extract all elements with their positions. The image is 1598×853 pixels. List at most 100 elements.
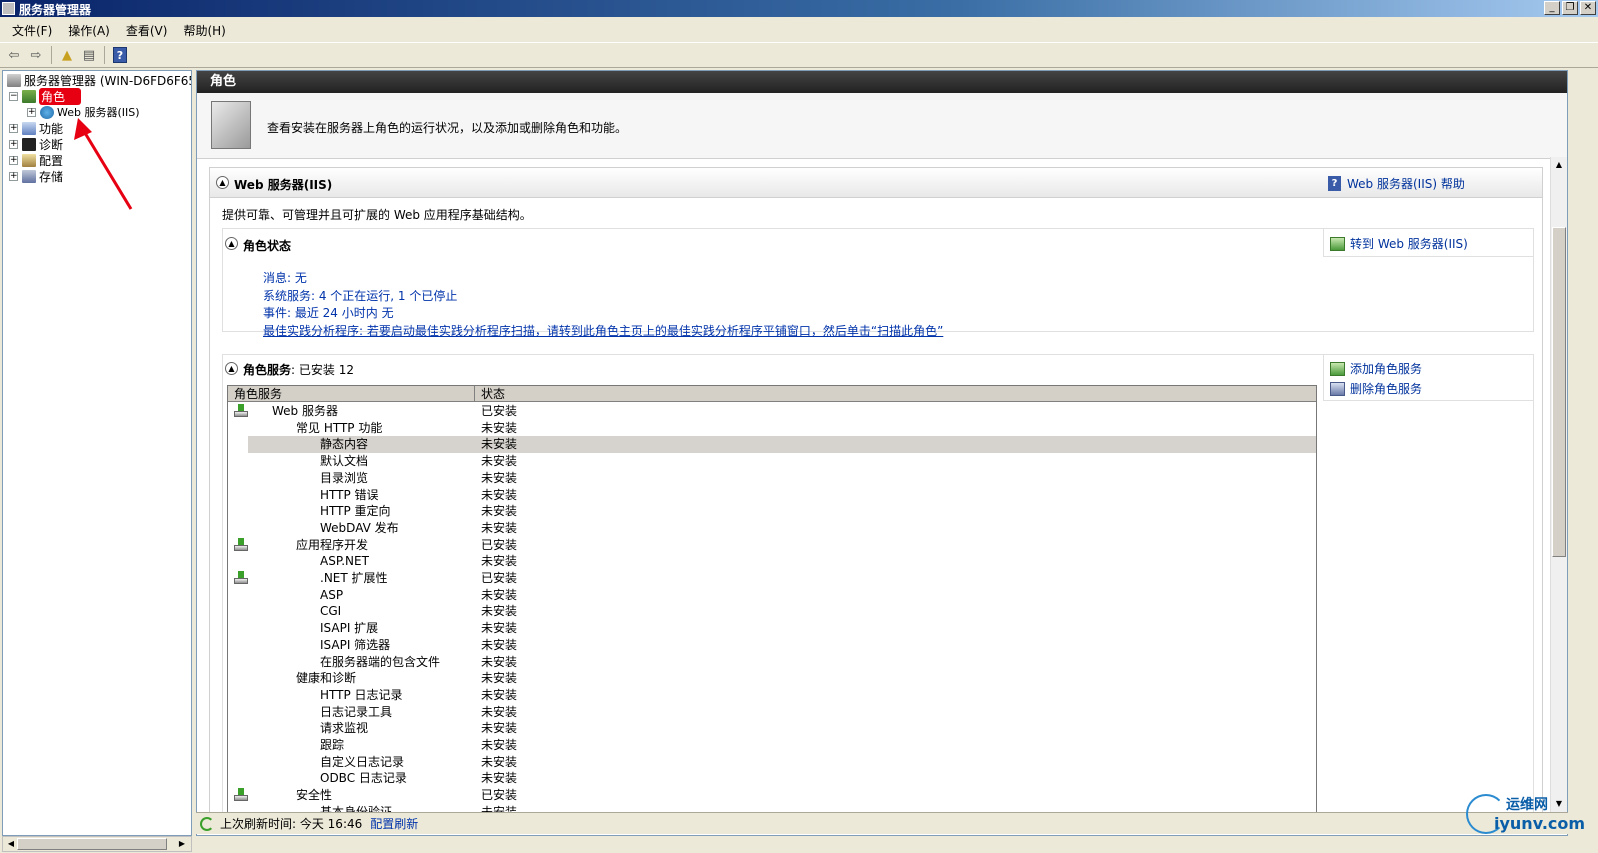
- column-status[interactable]: 状态: [475, 386, 1316, 402]
- table-row[interactable]: HTTP 重定向 未安装: [228, 503, 1316, 520]
- tree-horizontal-scrollbar[interactable]: ◀ ▶: [2, 836, 192, 852]
- goto-web-server-link[interactable]: 转到 Web 服务器(IIS): [1330, 235, 1468, 252]
- role-service-name: 应用程序开发: [296, 537, 369, 552]
- role-status-actions: 转到 Web 服务器(IIS): [1323, 229, 1533, 257]
- features-icon: [22, 121, 36, 135]
- tree-web-server-label: Web 服务器(IIS): [57, 106, 140, 119]
- collapse-section-icon[interactable]: ▲: [216, 176, 229, 189]
- collapse-role-services-icon[interactable]: ▲: [225, 362, 238, 375]
- role-service-name: 在服务器端的包含文件: [320, 654, 441, 669]
- add-role-services-link[interactable]: 添加角色服务: [1330, 360, 1422, 377]
- collapse-role-status-icon[interactable]: ▲: [225, 237, 238, 250]
- expand-toggle[interactable]: +: [9, 155, 18, 165]
- help-icon[interactable]: ?: [110, 45, 130, 65]
- tree-item-diagnostics[interactable]: + 诊断: [9, 136, 63, 152]
- role-service-status: 已安装: [481, 404, 518, 418]
- menu-view[interactable]: 查看(V): [118, 20, 176, 41]
- table-row[interactable]: 请求监视 未安装: [228, 720, 1316, 737]
- page-title: 角色: [197, 71, 1567, 93]
- table-row[interactable]: ISAPI 筛选器 未安装: [228, 637, 1316, 654]
- show-hide-console-tree-icon[interactable]: ▤: [79, 45, 99, 65]
- expand-toggle[interactable]: +: [9, 123, 18, 133]
- table-row[interactable]: HTTP 错误 未安装: [228, 487, 1316, 504]
- menu-action[interactable]: 操作(A): [60, 20, 118, 41]
- tree-item-roles[interactable]: − 角色: [9, 87, 82, 105]
- role-services-actions: 添加角色服务 删除角色服务: [1323, 355, 1533, 401]
- help-link-label: Web 服务器(IIS) 帮助: [1347, 177, 1465, 191]
- table-row[interactable]: HTTP 日志记录 未安装: [228, 687, 1316, 704]
- menu-file[interactable]: 文件(F): [4, 20, 60, 41]
- role-service-status: 已安装: [481, 788, 518, 803]
- table-row[interactable]: 自定义日志记录 未安装: [228, 754, 1316, 771]
- table-row[interactable]: CGI 未安装: [228, 603, 1316, 620]
- table-row[interactable]: .NET 扩展性 已安装: [228, 570, 1316, 587]
- configuration-icon: [22, 153, 36, 167]
- role-service-status: 未安装: [481, 420, 518, 435]
- collapse-toggle[interactable]: −: [9, 91, 18, 101]
- bpa-link[interactable]: 最佳实践分析程序: 若要启动最佳实践分析程序扫描，请转到此角色主页上的最佳实践分…: [263, 322, 943, 339]
- tree-item-server-manager[interactable]: 服务器管理器 (WIN-D6FD6F65KC: [7, 72, 191, 88]
- role-service-status: 未安装: [481, 754, 518, 769]
- tree-item-configuration[interactable]: + 配置: [9, 152, 63, 168]
- scroll-right-icon[interactable]: ▶: [175, 838, 189, 850]
- role-service-status: 已安装: [481, 571, 518, 585]
- tree-item-storage[interactable]: + 存储: [9, 168, 63, 184]
- role-service-status: 未安装: [481, 671, 518, 686]
- role-service-status: 未安装: [481, 554, 518, 569]
- add-link-label: 添加角色服务: [1350, 362, 1423, 376]
- forward-arrow-icon[interactable]: ⇨: [26, 45, 46, 65]
- role-status-title: 角色状态: [243, 239, 292, 253]
- back-arrow-icon[interactable]: ⇦: [4, 45, 24, 65]
- close-button[interactable]: ✕: [1580, 1, 1596, 15]
- site-watermark: 运维网 iyunv.com: [1466, 790, 1594, 840]
- table-row[interactable]: 安全性 已安装: [228, 787, 1316, 804]
- installed-icon: [233, 788, 249, 802]
- section-title: Web 服务器(IIS): [234, 178, 333, 192]
- table-row[interactable]: 在服务器端的包含文件 未安装: [228, 654, 1316, 671]
- table-row[interactable]: 健康和诊断 未安装: [228, 670, 1316, 687]
- intro-banner: 查看安装在服务器上角色的运行状况，以及添加或删除角色和功能。: [197, 93, 1567, 159]
- scrollbar-thumb[interactable]: [17, 838, 167, 850]
- scroll-up-icon[interactable]: ▲: [1552, 158, 1566, 172]
- table-row[interactable]: 静态内容 未安装: [228, 436, 1316, 454]
- role-service-name: ASP.NET: [320, 554, 369, 569]
- tree-item-features[interactable]: + 功能: [9, 120, 63, 136]
- web-server-help-link[interactable]: ? Web 服务器(IIS) 帮助: [1328, 175, 1465, 192]
- minimize-button[interactable]: _: [1544, 1, 1560, 15]
- table-row[interactable]: 日志记录工具 未安装: [228, 704, 1316, 721]
- row-selection-highlight: [248, 436, 1316, 454]
- remove-role-services-link[interactable]: 删除角色服务: [1330, 380, 1422, 397]
- restore-button[interactable]: ❐: [1562, 1, 1578, 15]
- role-service-name: .NET 扩展性: [320, 571, 388, 585]
- table-row[interactable]: 默认文档 未安装: [228, 453, 1316, 470]
- up-folder-icon[interactable]: ▲: [57, 45, 77, 65]
- table-row[interactable]: Web 服务器 已安装: [228, 403, 1316, 420]
- table-row[interactable]: ISAPI 扩展 未安装: [228, 620, 1316, 637]
- title-bar: 服务器管理器 _ ❐ ✕: [0, 0, 1598, 17]
- scroll-left-icon[interactable]: ◀: [4, 838, 18, 850]
- configure-refresh-link[interactable]: 配置刷新: [370, 815, 418, 832]
- table-row[interactable]: ASP 未安装: [228, 587, 1316, 604]
- expand-toggle[interactable]: +: [9, 171, 18, 181]
- status-services[interactable]: 系统服务: 4 个正在运行, 1 个已停止: [263, 287, 457, 304]
- tree-item-web-server[interactable]: + Web 服务器(IIS): [27, 104, 140, 120]
- remove-link-label: 删除角色服务: [1350, 382, 1423, 396]
- table-row[interactable]: 常见 HTTP 功能 未安装: [228, 420, 1316, 437]
- column-role-service[interactable]: 角色服务: [228, 386, 475, 402]
- role-service-status: 未安装: [481, 721, 518, 736]
- table-row[interactable]: 目录浏览 未安装: [228, 470, 1316, 487]
- menu-help[interactable]: 帮助(H): [175, 20, 233, 41]
- expand-toggle[interactable]: +: [9, 139, 18, 149]
- table-row[interactable]: WebDAV 发布 未安装: [228, 520, 1316, 537]
- table-row[interactable]: ODBC 日志记录 未安装: [228, 770, 1316, 787]
- status-events[interactable]: 事件: 最近 24 小时内 无: [263, 304, 394, 321]
- scrollbar-thumb[interactable]: [1552, 227, 1566, 557]
- expand-toggle[interactable]: +: [27, 107, 36, 117]
- table-row[interactable]: ASP.NET 未安装: [228, 553, 1316, 570]
- table-row[interactable]: 应用程序开发 已安装: [228, 537, 1316, 554]
- last-refresh-text: 上次刷新时间: 今天 16:46: [220, 817, 363, 831]
- vertical-scrollbar[interactable]: ▲ ▼: [1550, 157, 1567, 812]
- table-row[interactable]: 跟踪 未安装: [228, 737, 1316, 754]
- role-services-panel: ▲ 角色服务: 已安装 12 添加角色服务 删除角色服务 角色服务 状态 Web…: [222, 354, 1534, 826]
- toolbar: ⇦ ⇨ ▲ ▤ ?: [0, 42, 1598, 68]
